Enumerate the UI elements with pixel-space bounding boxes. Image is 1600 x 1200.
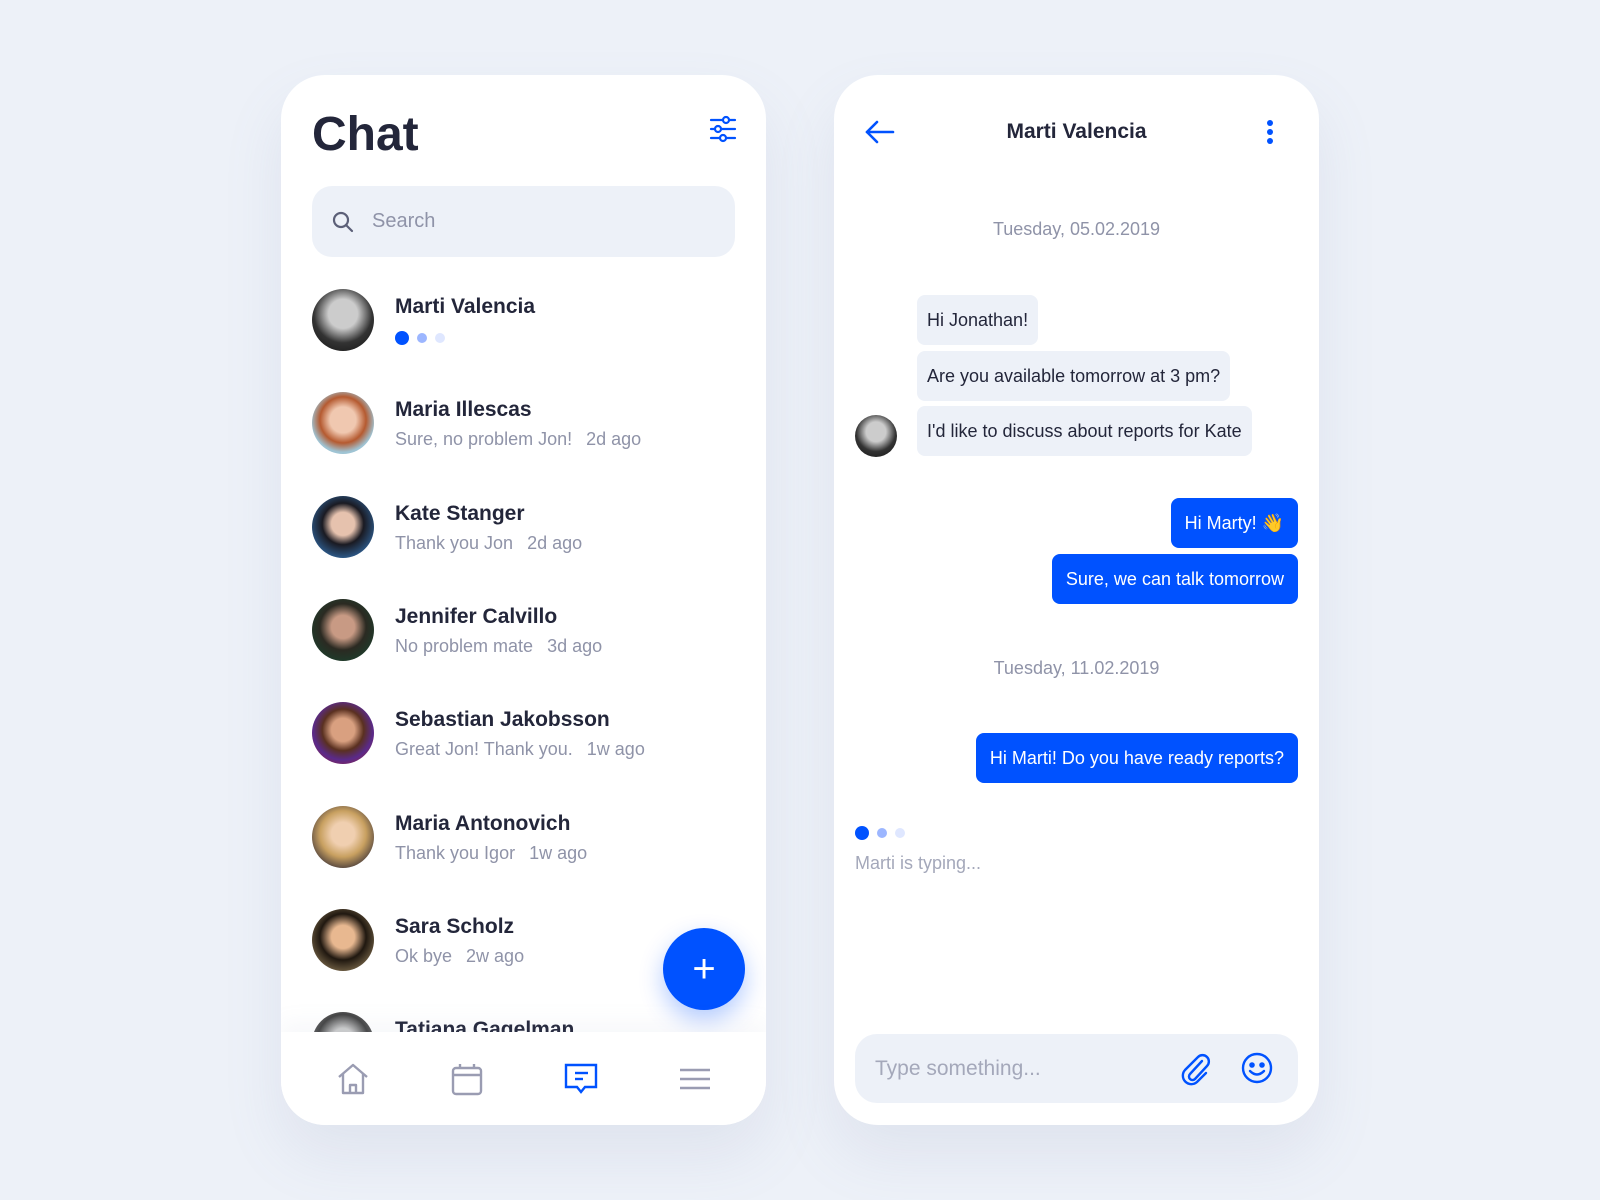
more-options-icon[interactable] (1266, 118, 1274, 146)
avatar (312, 289, 374, 351)
last-message: Sure, no problem Jon! 2d ago (395, 429, 642, 449)
avatar (312, 806, 374, 868)
message-received: Hi Jonathan! (917, 295, 1039, 345)
contact-row[interactable]: Kate Stanger Thank you Jon 2d ago (312, 496, 732, 566)
search-bar[interactable] (312, 186, 735, 257)
contact-name: Maria Illescas (395, 398, 532, 421)
bottom-nav (281, 1032, 766, 1125)
date-separator: Tuesday, 11.02.2019 (993, 658, 1160, 678)
typing-status: Marti is typing... (855, 853, 982, 873)
chat-list-panel: Chat Marti Valencia Maria Illescas Sure,… (281, 75, 766, 1125)
contact-name: Sebastian Jakobsson (395, 708, 610, 731)
contact-name: Kate Stanger (395, 502, 525, 525)
typing-indicator (395, 331, 445, 345)
emoji-icon[interactable] (1241, 1052, 1273, 1084)
page-title: Chat (312, 108, 419, 161)
chat-icon[interactable] (564, 1062, 598, 1096)
avatar (312, 702, 374, 764)
paperclip-icon[interactable] (1180, 1052, 1212, 1086)
home-icon[interactable] (336, 1062, 370, 1096)
message-input[interactable] (875, 1034, 1165, 1103)
conversation-panel: Marti Valencia Tuesday, 05.02.2019 Hi Jo… (834, 75, 1319, 1125)
calendar-icon[interactable] (450, 1062, 484, 1096)
avatar (312, 909, 374, 971)
message-received: Are you available tomorrow at 3 pm? (917, 351, 1231, 401)
new-chat-button[interactable]: + (663, 928, 745, 1010)
avatar (312, 496, 374, 558)
contact-row[interactable]: Jennifer Calvillo No problem mate 3d ago (312, 599, 732, 669)
search-icon (332, 211, 354, 233)
message-sent: Hi Marti! Do you have ready reports? (975, 733, 1298, 783)
last-message: Ok bye 2w ago (395, 946, 525, 966)
avatar (312, 599, 374, 661)
message-composer (855, 1034, 1298, 1103)
last-message: Thank you Igor 1w ago (395, 843, 588, 863)
last-message: Thank you Jon 2d ago (395, 533, 583, 553)
message-sent: Sure, we can talk tomorrow (1051, 554, 1298, 604)
message-received: I'd like to discuss about reports for Ka… (917, 406, 1252, 456)
search-input[interactable] (372, 186, 712, 257)
contact-row[interactable]: Maria Antonovich Thank you Igor 1w ago (312, 806, 732, 876)
contact-row[interactable]: Sebastian Jakobsson Great Jon! Thank you… (312, 702, 732, 772)
date-separator: Tuesday, 05.02.2019 (992, 219, 1161, 239)
conversation-title: Marti Valencia (1006, 120, 1147, 143)
last-message: No problem mate 3d ago (395, 636, 603, 656)
contact-name: Maria Antonovich (395, 812, 571, 835)
filter-icon[interactable] (709, 115, 737, 143)
sender-avatar (855, 415, 897, 457)
menu-icon[interactable] (678, 1062, 712, 1096)
contact-name: Jennifer Calvillo (395, 605, 558, 628)
contact-row[interactable]: Maria Illescas Sure, no problem Jon! 2d a… (312, 392, 732, 462)
contact-name: Sara Scholz (395, 915, 515, 938)
last-message: Great Jon! Thank you. 1w ago (395, 739, 645, 759)
contact-name: Marti Valencia (395, 295, 536, 318)
typing-indicator (855, 826, 905, 840)
message-sent: Hi Marty! 👋 (1170, 498, 1298, 548)
contact-row[interactable]: Marti Valencia (312, 289, 732, 359)
avatar (312, 392, 374, 454)
